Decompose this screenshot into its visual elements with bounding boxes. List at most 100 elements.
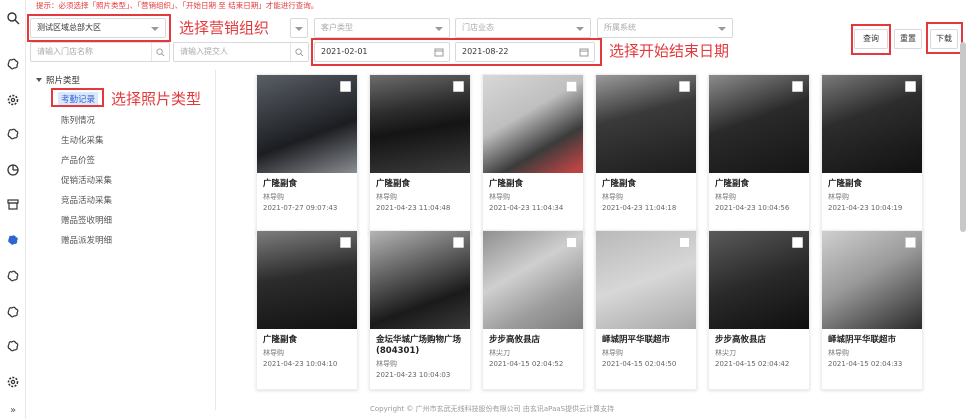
module-icon[interactable] bbox=[0, 124, 26, 144]
reset-button[interactable]: 重置 bbox=[894, 29, 922, 49]
tree-root[interactable]: 照片类型 bbox=[36, 74, 80, 86]
notice-text: 提示：必须选择「照片类型」、「营销组织」、「开始日期 至 结束日期」才能进行查询… bbox=[36, 1, 319, 10]
module-icon[interactable] bbox=[0, 266, 26, 286]
module-icon[interactable] bbox=[0, 54, 26, 74]
photo-checkbox[interactable] bbox=[792, 237, 803, 248]
photo-submitter: 林导购 bbox=[489, 193, 510, 201]
photo-store-name: 金坛华城广场购物广场(804301) bbox=[376, 335, 462, 356]
photo-submitter: 林导购 bbox=[602, 349, 623, 357]
chart-icon[interactable] bbox=[0, 160, 26, 180]
store-search-placeholder: 请输入门店名称 bbox=[37, 47, 93, 56]
photo-timestamp: 2021-04-15 02:04:50 bbox=[602, 360, 677, 368]
module-active-icon[interactable] bbox=[0, 230, 26, 250]
search-icon[interactable] bbox=[0, 8, 26, 28]
photo-timestamp: 2021-04-23 11:04:34 bbox=[489, 204, 564, 212]
photo-submitter: 林导购 bbox=[602, 193, 623, 201]
photo-card[interactable]: 广隆副食林导购 2021-04-23 10:04:19 bbox=[821, 74, 923, 234]
tree-root-label: 照片类型 bbox=[46, 76, 81, 86]
expand-icon[interactable]: » bbox=[0, 400, 26, 420]
photo-card[interactable]: 步步高攸县店 林尖刀 2021-04-15 02:04:42 bbox=[708, 230, 810, 390]
photo-store-name: 广隆副食 bbox=[489, 179, 524, 189]
photo-checkbox[interactable] bbox=[566, 81, 577, 92]
archive-icon[interactable] bbox=[0, 194, 26, 214]
photo-store-name: 广隆副食 bbox=[828, 179, 863, 189]
tree-item-price-tag[interactable]: 产品价签 bbox=[61, 154, 95, 166]
system-select[interactable]: 所属系统 bbox=[597, 18, 733, 38]
photo-timestamp: 2021-04-23 10:04:19 bbox=[828, 204, 903, 212]
tree-item-gift-receipt[interactable]: 赠品签收明细 bbox=[61, 214, 112, 226]
photo-submitter: 林导购 bbox=[263, 193, 284, 201]
tree-item-display[interactable]: 陈列情况 bbox=[61, 114, 95, 126]
photo-store-name: 步步高攸县店 bbox=[715, 335, 767, 345]
photo-timestamp: 2021-04-23 10:04:56 bbox=[715, 204, 790, 212]
org-annotation: 选择营销组织 bbox=[179, 19, 270, 37]
gear-icon[interactable] bbox=[0, 90, 26, 110]
tree-item-vivid[interactable]: 生动化采集 bbox=[61, 134, 104, 146]
tree-item-competitor[interactable]: 竞品活动采集 bbox=[61, 194, 112, 206]
store-search-input[interactable]: 请输入门店名称 bbox=[30, 42, 170, 62]
query-highlight-box bbox=[851, 24, 891, 55]
photo-store-name: 步步高攸县店 bbox=[489, 335, 541, 345]
photo-checkbox[interactable] bbox=[453, 81, 464, 92]
photo-store-name: 广隆副食 bbox=[602, 179, 637, 189]
photo-card[interactable]: 金坛华城广场购物广场(804301) 林导购 2021-04-23 10:04:03 bbox=[369, 230, 471, 390]
module-icon[interactable] bbox=[0, 302, 26, 322]
photo-checkbox[interactable] bbox=[566, 237, 577, 248]
photo-card[interactable]: 广隆副食 林导购 2021-04-23 10:04:56 bbox=[708, 74, 810, 234]
photo-submitter: 林导购 bbox=[828, 193, 849, 201]
photo-store-name: 峄城阴平华联超市 bbox=[602, 335, 671, 345]
module-icon[interactable] bbox=[0, 336, 26, 356]
photo-store-name: 广隆副食 bbox=[263, 335, 298, 345]
photo-store-name: 广隆副食 bbox=[376, 179, 411, 189]
photo-checkbox[interactable] bbox=[905, 237, 916, 248]
photo-type-highlight-box bbox=[51, 88, 104, 107]
photo-submitter: 林导购 bbox=[715, 193, 736, 201]
photo-card[interactable]: 广隆副食林导购 2021-04-23 11:04:34 bbox=[482, 74, 584, 234]
store-type-select[interactable]: 门店业态 bbox=[455, 18, 591, 38]
photo-checkbox[interactable] bbox=[679, 81, 690, 92]
photo-timestamp: 2021-04-23 10:04:03 bbox=[376, 371, 451, 379]
customer-type-select[interactable]: 客户类型 bbox=[314, 18, 450, 38]
photo-card[interactable]: 广隆副食林导购 2021-04-23 11:04:48 bbox=[369, 74, 471, 234]
submitter-placeholder: 请输入提交人 bbox=[180, 47, 228, 56]
system-placeholder: 所属系统 bbox=[604, 23, 636, 32]
tree-item-gift-dispatch[interactable]: 赠品派发明细 bbox=[61, 234, 112, 246]
scrollbar[interactable] bbox=[960, 42, 966, 232]
photo-timestamp: 2021-04-15 02:04:33 bbox=[828, 360, 903, 368]
photo-checkbox[interactable] bbox=[340, 81, 351, 92]
gear-icon[interactable] bbox=[0, 372, 26, 392]
photo-submitter: 林导购 bbox=[376, 193, 397, 201]
store-type-placeholder: 门店业态 bbox=[462, 23, 494, 32]
photo-submitter: 林尖刀 bbox=[489, 349, 510, 357]
org-highlight-box bbox=[27, 14, 171, 42]
photo-checkbox[interactable] bbox=[905, 81, 916, 92]
photo-card[interactable]: 广隆副食 林导购 2021-07-27 09:07:43 bbox=[256, 74, 358, 234]
photo-card[interactable]: 峄城阴平华联超市 林导购 2021-04-15 02:04:50 bbox=[595, 230, 697, 390]
channel-select[interactable] bbox=[290, 18, 308, 38]
photo-checkbox[interactable] bbox=[792, 81, 803, 92]
photo-checkbox[interactable] bbox=[340, 237, 351, 248]
caret-down-icon bbox=[36, 78, 42, 82]
photo-type-annotation: 选择照片类型 bbox=[111, 90, 202, 108]
photo-card[interactable]: 广隆副食林导购 2021-04-23 11:04:18 bbox=[595, 74, 697, 234]
photo-timestamp: 2021-04-23 11:04:48 bbox=[376, 204, 451, 212]
photo-store-name: 广隆副食 bbox=[263, 179, 298, 189]
search-icon[interactable] bbox=[290, 43, 308, 61]
photo-timestamp: 2021-04-23 11:04:18 bbox=[602, 204, 677, 212]
photo-submitter: 林尖刀 bbox=[715, 349, 736, 357]
chevron-down-icon bbox=[576, 27, 584, 31]
photo-submitter: 林导购 bbox=[828, 349, 849, 357]
photo-timestamp: 2021-04-15 02:04:42 bbox=[715, 360, 790, 368]
photo-checkbox[interactable] bbox=[453, 237, 464, 248]
search-icon[interactable] bbox=[151, 43, 169, 61]
date-annotation: 选择开始结束日期 bbox=[609, 42, 730, 60]
photo-card[interactable]: 广隆副食 林导购 2021-04-23 10:04:10 bbox=[256, 230, 358, 390]
photo-card[interactable]: 峄城阴平华联超市 林导购 2021-04-15 02:04:33 bbox=[821, 230, 923, 390]
tree-item-promotion[interactable]: 促销活动采集 bbox=[61, 174, 112, 186]
submitter-input[interactable]: 请输入提交人 bbox=[173, 42, 309, 62]
photo-submitter: 林导购 bbox=[376, 360, 397, 368]
date-highlight-box bbox=[311, 38, 602, 66]
photo-checkbox[interactable] bbox=[679, 237, 690, 248]
photo-type-tree: 照片类型 考勤记录 陈列情况 生动化采集 产品价签 促销活动采集 竞品活动采集 … bbox=[30, 70, 216, 410]
photo-card[interactable]: 步步高攸县店 林尖刀 2021-04-15 02:04:52 bbox=[482, 230, 584, 390]
